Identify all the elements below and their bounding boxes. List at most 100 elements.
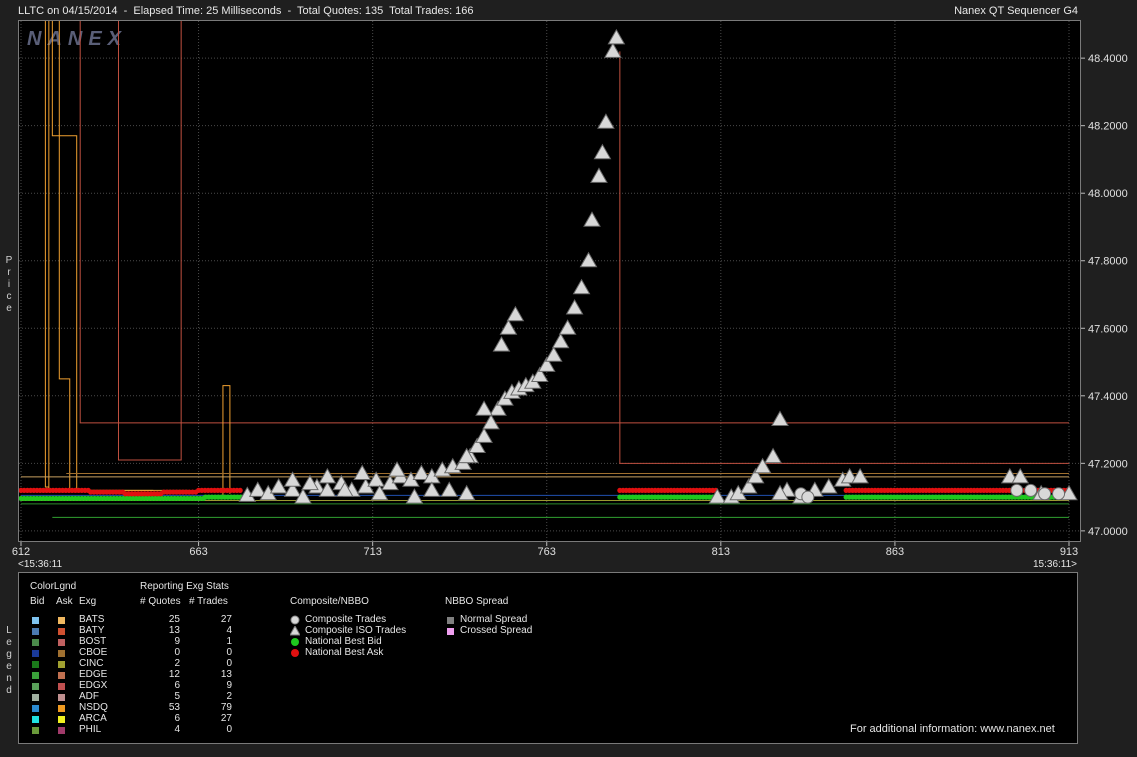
best-ask-label: National Best Ask (305, 647, 384, 658)
x-tick-label: 763 (538, 546, 556, 558)
y-tick-label: 47.4000 (1088, 391, 1128, 403)
legend-letter: n (6, 673, 12, 684)
quote-count: 2 (174, 658, 180, 669)
quotes-header: # Quotes (140, 596, 181, 607)
bid-color-swatch (32, 661, 39, 668)
exchange-quote-line (44, 21, 49, 488)
iso-trade-marker (597, 113, 615, 129)
exchange-name: BATS (79, 614, 105, 625)
exchange-name: ADF (79, 691, 99, 702)
trades-header: # Trades (189, 596, 228, 607)
trade-count: 4 (226, 625, 232, 636)
price-chart[interactable]: NANEX (19, 21, 1080, 541)
composite-trade-marker (1038, 487, 1052, 501)
exchange-quote-line (619, 51, 1069, 464)
header-right: Nanex QT Sequencer G4 (954, 5, 1078, 17)
y-tick-label: 48.2000 (1088, 121, 1128, 133)
composite-trades-label: Composite Trades (305, 614, 387, 625)
exchange-name: BOST (79, 636, 107, 647)
iso-trade-marker (492, 336, 511, 352)
ask-color-swatch (58, 705, 65, 712)
exchange-name: CBOE (79, 647, 108, 658)
quote-count: 6 (174, 713, 180, 724)
x-tick-label: 612 (12, 546, 30, 558)
trade-count: 0 (226, 658, 232, 669)
exchange-quote-line (117, 21, 182, 461)
bid-color-swatch (32, 628, 39, 635)
y-tick-label: 48.4000 (1088, 53, 1128, 65)
price-letter: r (7, 267, 11, 278)
y-tick-label: 47.0000 (1088, 526, 1128, 538)
y-tick-label: 47.8000 (1088, 256, 1128, 268)
iso-trade-marker (318, 467, 337, 484)
legend-letter: L (6, 625, 12, 636)
composite-trade-marker (1010, 483, 1024, 497)
quote-count: 0 (174, 647, 180, 658)
trade-count: 9 (226, 680, 232, 691)
iso-trade-marker (440, 481, 459, 497)
green-dot-icon (291, 638, 299, 646)
iso-trade-marker (457, 484, 476, 501)
y-tick-label: 47.6000 (1088, 323, 1128, 335)
crossed-spread-swatch (447, 628, 454, 635)
iso-trade-marker (764, 447, 782, 464)
plot-area[interactable]: NANEX (18, 20, 1081, 542)
exchange-name: PHIL (79, 724, 102, 735)
iso-trade-marker (551, 332, 570, 349)
iso-trade-marker (572, 278, 591, 295)
trade-count: 0 (226, 724, 232, 735)
trade-count: 2 (226, 691, 232, 702)
exchange-name: ARCA (79, 713, 107, 724)
spread-title: NBBO Spread (445, 596, 509, 607)
legend-letter: g (6, 649, 12, 660)
iso-trade-marker (593, 143, 612, 160)
x-tick-label: 863 (886, 546, 904, 558)
iso-trade-marker (506, 305, 525, 322)
exchange-quote-line (58, 21, 71, 491)
trade-count: 79 (220, 702, 232, 713)
legend-letter: d (6, 685, 12, 696)
exchange-quote-line (48, 21, 154, 491)
iso-trade-marker (604, 42, 622, 58)
exg-header: Exg (79, 596, 97, 607)
legend-panel: ColorLgnd Reporting Exg Stats Bid Ask Ex… (18, 572, 1078, 744)
exchange-name: BATY (79, 625, 105, 636)
exchange-quote-line (79, 21, 1069, 424)
exchange-quote-line (222, 385, 231, 498)
composite-trade-marker (1052, 487, 1066, 501)
price-letter: i (7, 279, 11, 290)
ask-color-swatch (58, 683, 65, 690)
price-letter: P (5, 255, 13, 266)
bid-color-swatch (32, 650, 39, 657)
footer-link[interactable]: For additional information: www.nanex.ne… (850, 723, 1055, 735)
iso-trade-marker (851, 467, 869, 484)
crossed-spread-label: Crossed Spread (460, 625, 533, 636)
iso-trade-marker (579, 251, 598, 268)
y-tick-label: 48.0000 (1088, 188, 1128, 200)
composite-trade-marker (801, 490, 815, 504)
iso-trade-marker (388, 461, 406, 477)
bid-color-swatch (32, 694, 39, 701)
trade-count: 1 (226, 636, 232, 647)
bid-color-swatch (32, 716, 39, 723)
ask-color-swatch (58, 672, 65, 679)
composite-title: Composite/NBBO (290, 596, 369, 607)
ask-color-swatch (58, 650, 65, 657)
iso-trade-marker (590, 167, 608, 183)
quote-count: 12 (168, 669, 180, 680)
ask-color-swatch (58, 694, 65, 701)
triangle-marker-icon (290, 626, 300, 636)
ask-color-swatch (58, 661, 65, 668)
quote-count: 25 (168, 614, 180, 625)
bid-color-swatch (32, 617, 39, 624)
x-tick-label: 713 (363, 546, 381, 558)
composite-trade-marker (1024, 483, 1038, 497)
iso-trade-marker (405, 488, 424, 504)
iso-trade-marker (422, 481, 441, 497)
exchange-name: NSDQ (79, 702, 108, 713)
iso-trade-marker (607, 28, 626, 45)
start-time-label: <15:36:11 (18, 559, 63, 570)
bid-color-swatch (32, 705, 39, 712)
iso-trade-marker (353, 464, 372, 480)
ask-color-swatch (58, 617, 65, 624)
